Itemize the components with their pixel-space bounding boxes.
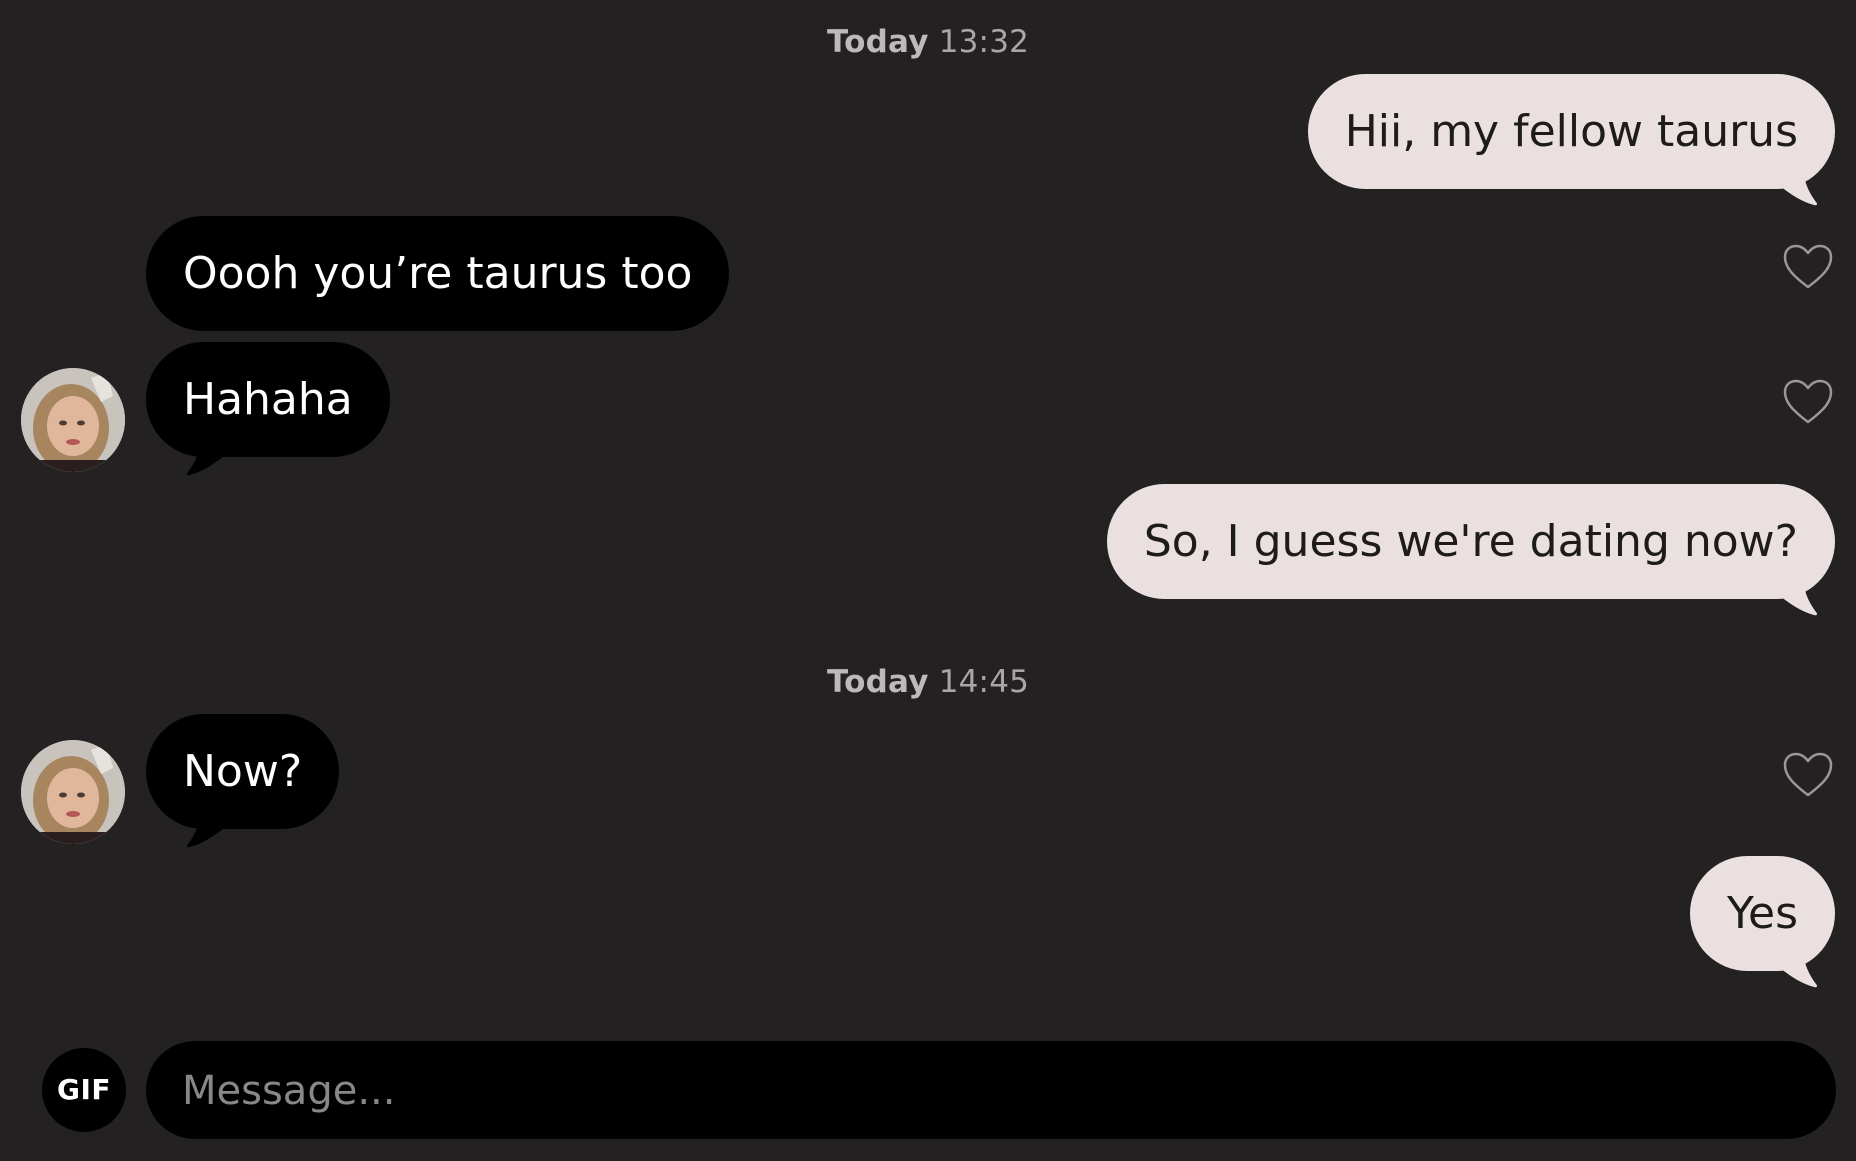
date-separator: Today 13:32 xyxy=(0,24,1856,60)
message-bubble-outgoing[interactable]: So, I guess we're dating now? xyxy=(1106,484,1835,599)
gif-button[interactable]: GIF xyxy=(42,1048,126,1132)
bubble-tail xyxy=(1780,586,1818,616)
heart-outline-icon[interactable] xyxy=(1782,243,1834,291)
contact-avatar[interactable] xyxy=(21,740,125,844)
heart-outline-icon[interactable] xyxy=(1782,378,1834,426)
avatar-image xyxy=(21,740,125,844)
contact-avatar[interactable] xyxy=(21,368,125,472)
separator-time: 13:32 xyxy=(938,24,1030,60)
message-composer xyxy=(146,1041,1836,1141)
message-bubble-outgoing[interactable]: Hii, my fellow taurus xyxy=(1307,74,1835,189)
message-bubble-incoming[interactable]: Now? xyxy=(146,714,340,829)
heart-outline-icon[interactable] xyxy=(1782,751,1834,799)
bubble-tail xyxy=(1780,958,1818,988)
date-separator: Today 14:45 xyxy=(0,664,1856,700)
separator-time: 14:45 xyxy=(938,664,1030,700)
message-bubble-incoming[interactable]: Hahaha xyxy=(146,342,390,457)
separator-day: Today xyxy=(826,664,929,700)
message-input[interactable] xyxy=(180,1041,1804,1141)
separator-day: Today xyxy=(826,24,929,60)
message-bubble-outgoing[interactable]: Yes xyxy=(1689,856,1835,971)
bubble-tail xyxy=(1780,176,1818,206)
avatar-image xyxy=(21,368,125,472)
message-bubble-incoming[interactable]: Oooh you’re taurus too xyxy=(146,216,730,331)
bubble-tail xyxy=(186,818,224,848)
chat-screen: Today 13:32 Hii, my fellow taurus Oooh y… xyxy=(0,0,1856,1161)
bubble-tail xyxy=(186,446,224,476)
